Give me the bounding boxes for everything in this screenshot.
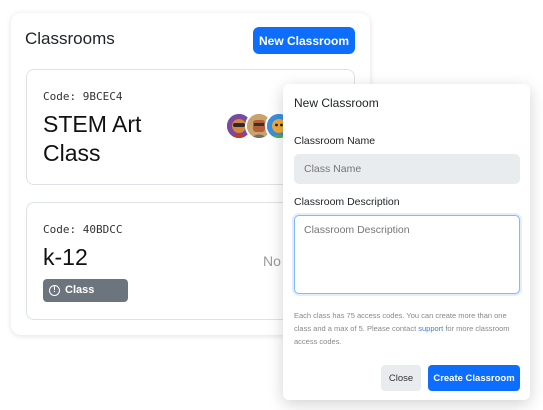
student-status-text: No [263, 253, 281, 269]
new-classroom-modal: New Classroom Classroom Name Classroom D… [283, 84, 530, 400]
classroom-name-input[interactable] [294, 154, 520, 184]
classroom-title: k-12 [43, 244, 88, 270]
classroom-description-label: Classroom Description [294, 196, 400, 208]
classroom-description-input[interactable] [294, 215, 520, 294]
support-link[interactable]: support [418, 324, 443, 333]
new-classroom-button[interactable]: New Classroom [253, 27, 355, 54]
classroom-code: Code: 9BCEC4 [43, 90, 123, 103]
info-circle-icon: ! [49, 285, 60, 296]
create-classroom-button[interactable]: Create Classroom [428, 365, 520, 391]
badge-label: Class Ended [65, 284, 99, 319]
status-badge: ! Class Ended [43, 279, 128, 319]
page-title: Classrooms [25, 29, 115, 48]
modal-title: New Classroom [294, 96, 379, 110]
access-codes-help-text: Each class has 75 access codes. You can … [294, 309, 520, 348]
classroom-code: Code: 40BDCC [43, 223, 123, 236]
close-button[interactable]: Close [381, 365, 421, 391]
classroom-title: STEM Art Class [43, 111, 142, 166]
classroom-name-label: Classroom Name [294, 135, 376, 147]
